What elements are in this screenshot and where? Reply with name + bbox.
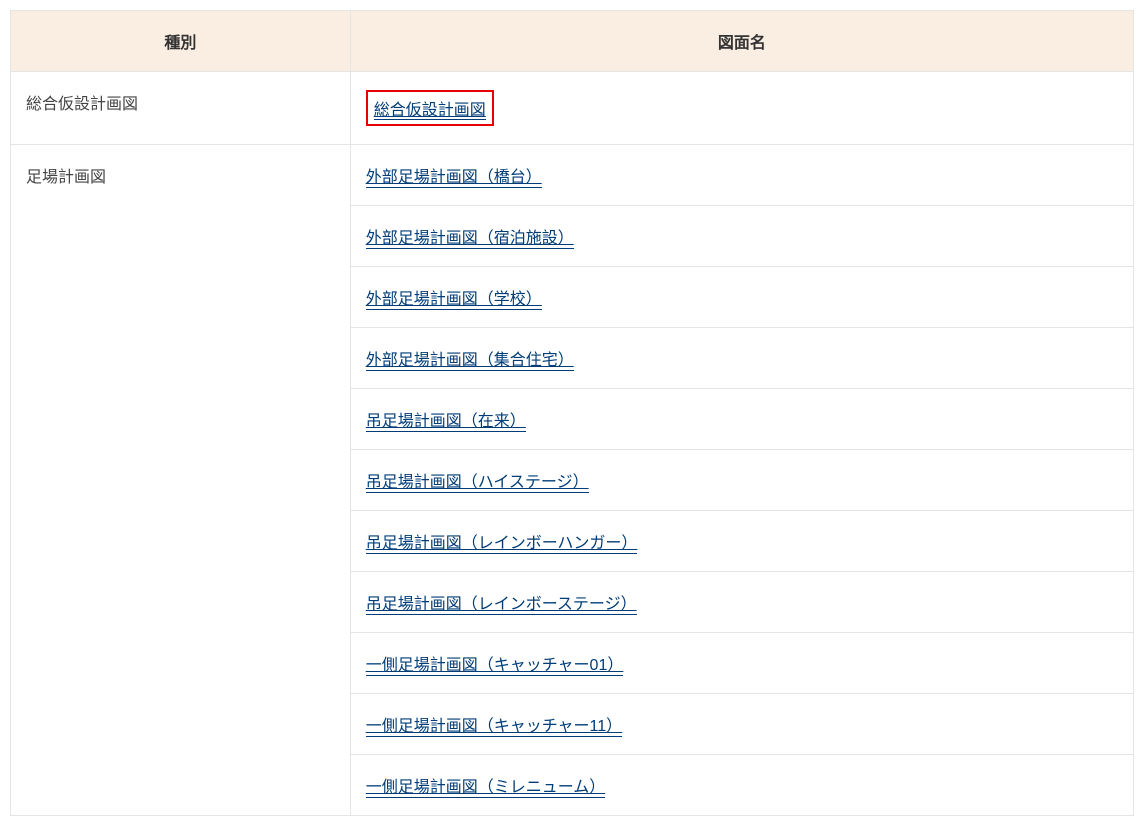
row-type-cell: 総合仮設計画図 — [11, 72, 351, 145]
plan-link[interactable]: 一側足場計画図（キャッチャー11） — [366, 718, 622, 737]
row-name-cell: 総合仮設計画図 — [350, 72, 1133, 145]
table-row: 足場計画図 外部足場計画図（橋台） 外部足場計画図（宿泊施設） 外部足場計画図（… — [11, 145, 1134, 816]
plan-link[interactable]: 吊足場計画図（ハイステージ） — [366, 474, 589, 493]
list-item: 外部足場計画図（橋台） — [351, 145, 1133, 206]
plan-link[interactable]: 総合仮設計画図 — [374, 102, 486, 120]
plan-link[interactable]: 一側足場計画図（ミレニューム） — [366, 779, 606, 798]
list-item: 吊足場計画図（ハイステージ） — [351, 450, 1133, 511]
plan-link-list: 外部足場計画図（橋台） 外部足場計画図（宿泊施設） 外部足場計画図（学校） 外部… — [351, 145, 1133, 815]
list-item: 外部足場計画図（学校） — [351, 267, 1133, 328]
header-type: 種別 — [11, 11, 351, 72]
plan-link[interactable]: 外部足場計画図（宿泊施設） — [366, 230, 574, 249]
header-name: 図面名 — [350, 11, 1133, 72]
plan-link[interactable]: 吊足場計画図（レインボーステージ） — [366, 596, 637, 615]
table-header-row: 種別 図面名 — [11, 11, 1134, 72]
plan-link[interactable]: 外部足場計画図（橋台） — [366, 169, 542, 188]
plans-table: 種別 図面名 総合仮設計画図 総合仮設計画図 足場計画図 外部足場計画図（橋台）… — [10, 10, 1134, 816]
list-item: 外部足場計画図（集合住宅） — [351, 328, 1133, 389]
plan-link[interactable]: 一側足場計画図（キャッチャー01） — [366, 657, 624, 676]
table-row: 総合仮設計画図 総合仮設計画図 — [11, 72, 1134, 145]
plan-link[interactable]: 吊足場計画図（在来） — [366, 413, 526, 432]
list-item: 吊足場計画図（レインボーステージ） — [351, 572, 1133, 633]
list-item: 一側足場計画図（キャッチャー11） — [351, 694, 1133, 755]
plan-link[interactable]: 吊足場計画図（レインボーハンガー） — [366, 535, 638, 554]
list-item: 吊足場計画図（レインボーハンガー） — [351, 511, 1133, 572]
list-item: 一側足場計画図（ミレニューム） — [351, 755, 1133, 815]
plan-link[interactable]: 外部足場計画図（集合住宅） — [366, 352, 574, 371]
plan-link[interactable]: 外部足場計画図（学校） — [366, 291, 542, 310]
highlight-box: 総合仮設計画図 — [366, 90, 494, 126]
row-type-cell: 足場計画図 — [11, 145, 351, 816]
list-item: 吊足場計画図（在来） — [351, 389, 1133, 450]
list-item: 外部足場計画図（宿泊施設） — [351, 206, 1133, 267]
row-name-cell: 外部足場計画図（橋台） 外部足場計画図（宿泊施設） 外部足場計画図（学校） 外部… — [350, 145, 1133, 816]
list-item: 一側足場計画図（キャッチャー01） — [351, 633, 1133, 694]
